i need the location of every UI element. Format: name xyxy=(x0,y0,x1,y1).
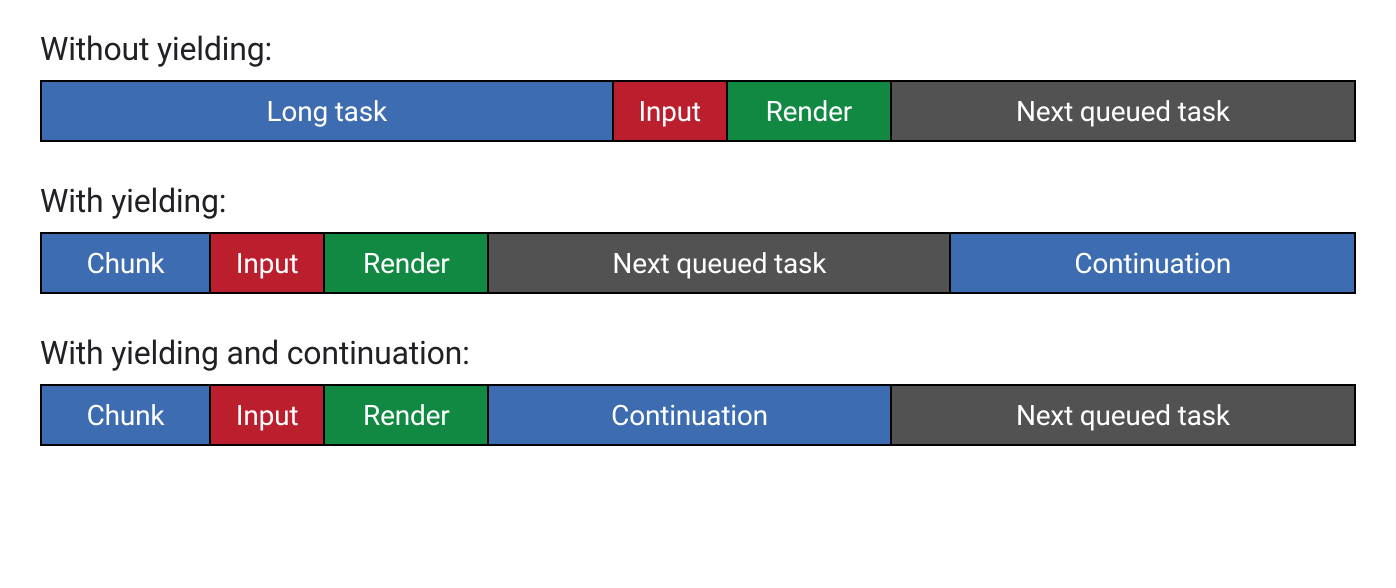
block-next-queued-task: Next queued task xyxy=(892,386,1354,444)
block-input: Input xyxy=(211,386,325,444)
block-render: Render xyxy=(325,234,489,292)
section-with-yielding: With yielding: Chunk Input Render Next q… xyxy=(40,182,1356,294)
block-long-task: Long task xyxy=(42,82,614,140)
block-render: Render xyxy=(325,386,489,444)
section-with-yielding-and-continuation: With yielding and continuation: Chunk In… xyxy=(40,334,1356,446)
block-input: Input xyxy=(614,82,728,140)
section-title: With yielding: xyxy=(40,182,1356,220)
timeline-with-yielding-and-continuation: Chunk Input Render Continuation Next que… xyxy=(40,384,1356,446)
timeline-with-yielding: Chunk Input Render Next queued task Cont… xyxy=(40,232,1356,294)
block-continuation: Continuation xyxy=(951,234,1354,292)
section-title: With yielding and continuation: xyxy=(40,334,1356,372)
section-title: Without yielding: xyxy=(40,30,1356,68)
timeline-without-yielding: Long task Input Render Next queued task xyxy=(40,80,1356,142)
block-continuation: Continuation xyxy=(489,386,892,444)
section-without-yielding: Without yielding: Long task Input Render… xyxy=(40,30,1356,142)
block-render: Render xyxy=(728,82,892,140)
block-chunk: Chunk xyxy=(42,234,211,292)
block-chunk: Chunk xyxy=(42,386,211,444)
block-input: Input xyxy=(211,234,325,292)
block-next-queued-task: Next queued task xyxy=(892,82,1354,140)
block-next-queued-task: Next queued task xyxy=(489,234,951,292)
